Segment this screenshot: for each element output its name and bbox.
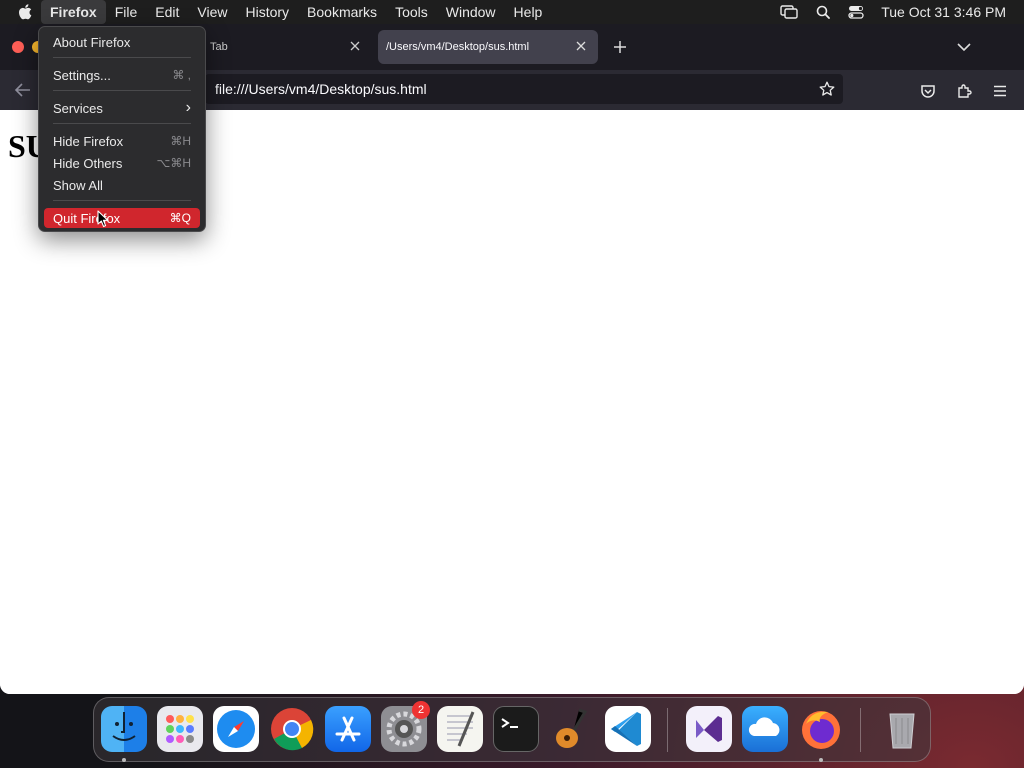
app-store-icon[interactable]	[325, 706, 371, 752]
menu-separator	[53, 90, 191, 91]
url-input[interactable]: file:///Users/vm4/Desktop/sus.html	[215, 74, 427, 104]
menu-tools[interactable]: Tools	[386, 0, 437, 24]
dock: 2	[93, 697, 931, 762]
icloud-icon[interactable]	[742, 706, 788, 752]
menu-separator	[53, 123, 191, 124]
running-indicator	[122, 758, 126, 762]
search-icon[interactable]	[816, 5, 831, 19]
tab-new[interactable]: Tab	[204, 30, 372, 64]
close-window-button[interactable]	[12, 41, 24, 53]
extensions-icon[interactable]	[956, 83, 972, 99]
menu-item-settings[interactable]: Settings... ⌘ ,	[44, 65, 200, 85]
menu-item-label: Quit Firefox	[53, 210, 121, 226]
pocket-icon[interactable]	[920, 83, 936, 99]
menu-separator	[53, 57, 191, 58]
textedit-icon[interactable]	[437, 706, 483, 752]
menu-item-hide-firefox[interactable]: Hide Firefox ⌘H	[44, 131, 200, 151]
menu-file[interactable]: File	[106, 0, 147, 24]
visual-studio-icon[interactable]	[686, 706, 732, 752]
menu-item-quit-firefox[interactable]: Quit Firefox ⌘Q	[44, 208, 200, 228]
control-center-icon[interactable]	[848, 5, 864, 19]
app-menu-icon[interactable]	[992, 83, 1008, 99]
menu-item-label: Show All	[53, 177, 103, 193]
menu-item-services[interactable]: Services ›	[44, 98, 200, 118]
trash-icon[interactable]	[879, 706, 925, 752]
menu-help[interactable]: Help	[505, 0, 552, 24]
finder-icon[interactable]	[101, 706, 147, 752]
screen-mirroring-icon[interactable]	[780, 5, 798, 19]
menu-bookmarks[interactable]: Bookmarks	[298, 0, 386, 24]
menu-separator	[53, 200, 191, 201]
menu-item-label: Hide Others	[53, 155, 123, 171]
list-all-tabs-icon[interactable]	[956, 39, 972, 55]
tab-label: /Users/vm4/Desktop/sus.html	[386, 41, 530, 53]
dock-divider	[667, 708, 668, 752]
safari-icon[interactable]	[213, 706, 259, 752]
menu-item-show-all[interactable]: Show All	[44, 175, 200, 195]
close-tab-icon[interactable]	[348, 39, 362, 53]
new-tab-icon[interactable]	[612, 39, 628, 55]
vscode-icon[interactable]	[605, 706, 651, 752]
terminal-icon[interactable]	[493, 706, 539, 752]
back-arrow-icon[interactable]	[14, 82, 32, 98]
menu-firefox[interactable]: Firefox	[41, 0, 106, 24]
tab-sus-html[interactable]: /Users/vm4/Desktop/sus.html	[378, 30, 598, 64]
url-bar[interactable]: file:///Users/vm4/Desktop/sus.html	[205, 74, 843, 104]
garageband-icon[interactable]	[549, 706, 595, 752]
firefox-icon[interactable]	[798, 706, 844, 752]
launchpad-icon[interactable]	[157, 706, 203, 752]
menu-item-about-firefox[interactable]: About Firefox	[44, 32, 200, 52]
menu-item-hide-others[interactable]: Hide Others ⌥⌘H	[44, 153, 200, 173]
menu-bar: Firefox File Edit View History Bookmarks…	[0, 0, 1024, 24]
chevron-right-icon: ›	[185, 99, 191, 116]
menu-edit[interactable]: Edit	[146, 0, 188, 24]
menu-item-label: Services	[53, 100, 103, 116]
menu-history[interactable]: History	[236, 0, 298, 24]
menu-window[interactable]: Window	[437, 0, 505, 24]
shortcut-label: ⌘Q	[169, 211, 191, 225]
running-indicator	[819, 758, 823, 762]
firefox-app-menu: About Firefox Settings... ⌘ , Services ›…	[38, 26, 206, 232]
dock-divider	[860, 708, 861, 752]
mouse-cursor-icon	[97, 210, 109, 228]
menu-item-label: About Firefox	[53, 34, 131, 50]
apple-icon[interactable]	[18, 4, 32, 20]
chrome-icon[interactable]	[269, 706, 315, 752]
menu-view[interactable]: View	[188, 0, 236, 24]
shortcut-label: ⌘H	[170, 134, 191, 148]
clock[interactable]: Tue Oct 31 3:46 PM	[881, 4, 1006, 20]
shortcut-label: ⌥⌘H	[156, 156, 192, 170]
close-tab-icon[interactable]	[574, 39, 588, 53]
shortcut-label: ⌘ ,	[172, 68, 191, 82]
notification-badge: 2	[412, 701, 430, 719]
bookmark-star-icon[interactable]	[819, 81, 835, 97]
tab-label: Tab	[210, 41, 228, 53]
menu-item-label: Settings...	[53, 67, 111, 83]
menu-item-label: Hide Firefox	[53, 133, 124, 149]
